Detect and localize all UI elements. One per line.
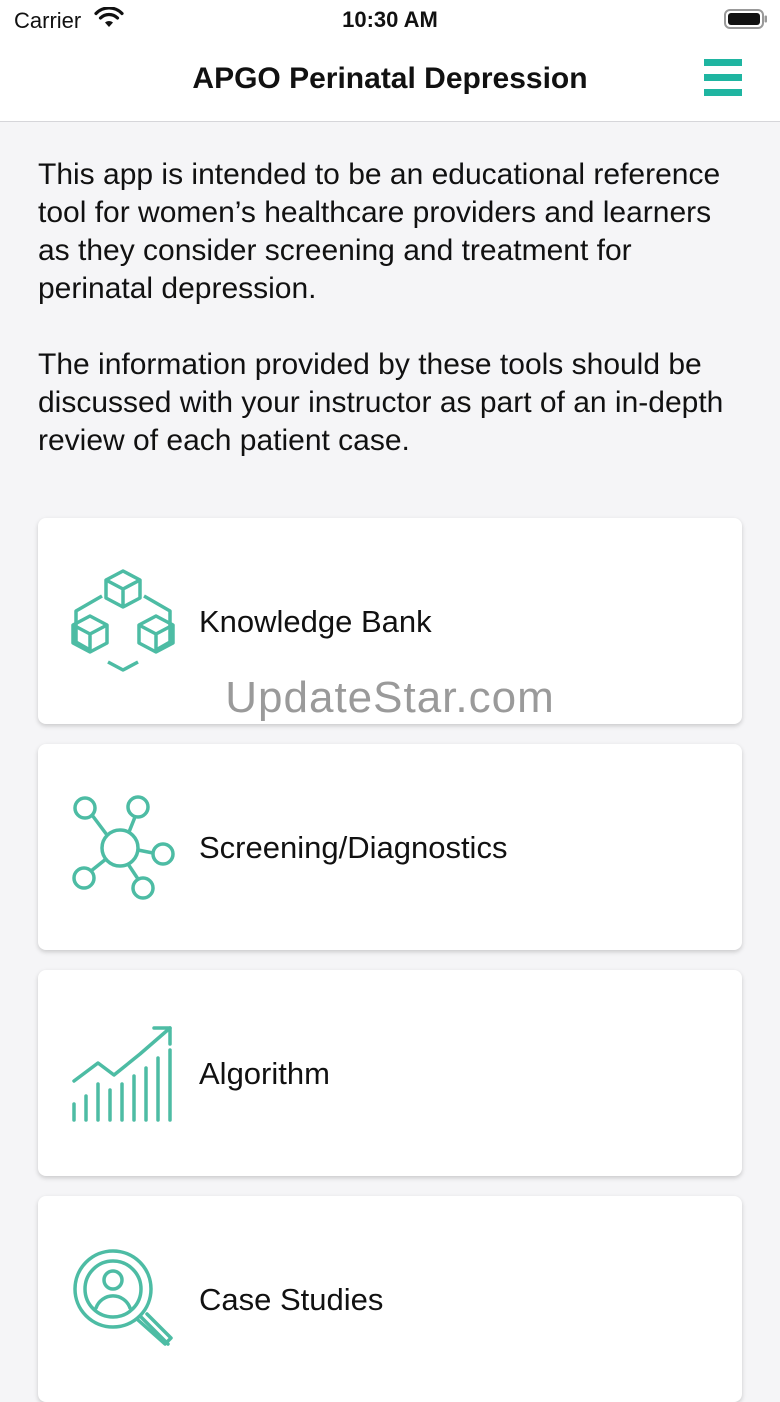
card-label: Knowledge Bank [199,604,432,639]
molecule-network-icon [72,795,175,900]
watermark-text: UpdateStar.com [225,673,555,722]
intro-paragraph-2: The information provided by these tools … [38,348,724,457]
growth-chart-icon [72,1026,172,1122]
algorithm-card[interactable]: Algorithm [38,970,742,1176]
case-studies-card[interactable]: Case Studies [38,1196,742,1402]
card-label: Screening/Diagnostics [199,830,508,865]
status-time: 10:30 AM [342,7,438,32]
cubes-network-icon [71,569,175,672]
magnifier-person-icon [73,1249,173,1346]
card-label: Algorithm [199,1056,330,1091]
navigation-bar: APGO Perinatal Depression [0,40,780,122]
screening-diagnostics-card[interactable]: Screening/Diagnostics [38,744,742,950]
card-label: Case Studies [199,1282,384,1317]
intro-paragraph-1: This app is intended to be an educationa… [38,158,721,305]
battery-icon [724,9,767,29]
intro-text: This app is intended to be an educationa… [38,156,743,460]
status-bar: Carrier 10:30 AM [0,0,780,40]
page-title: APGO Perinatal Depression [192,62,588,95]
menu-button[interactable] [700,58,746,100]
